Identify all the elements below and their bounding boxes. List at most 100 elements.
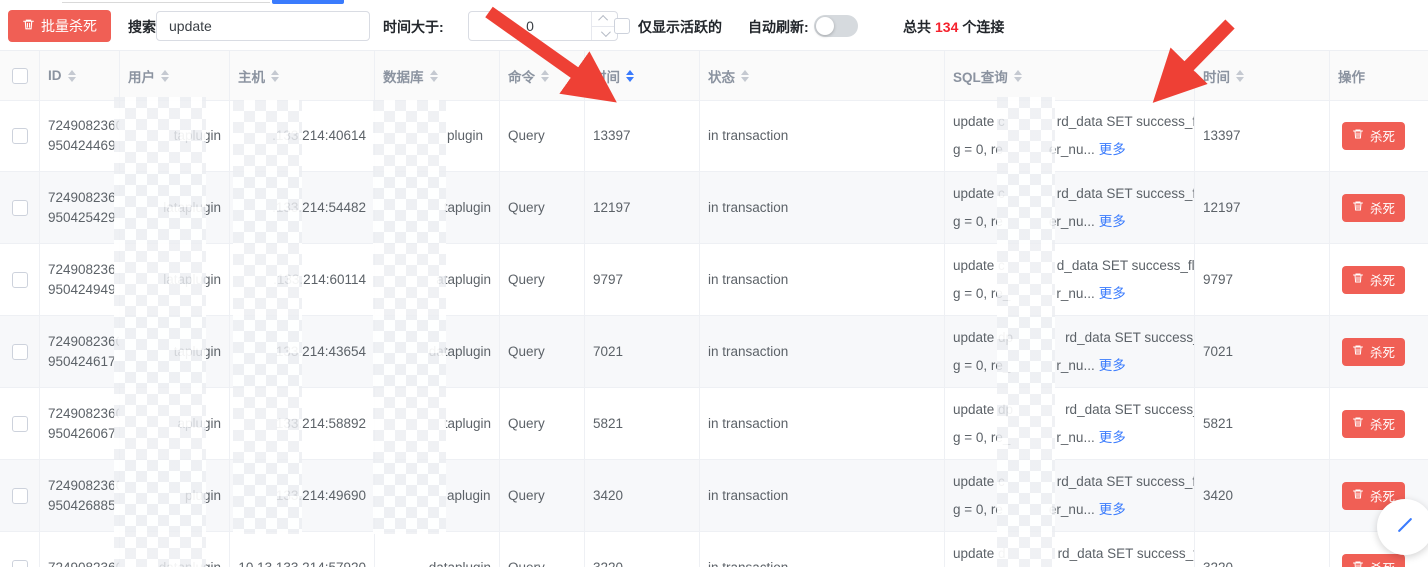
cell-id: 724908236 950425429 xyxy=(40,172,120,244)
kill-button[interactable]: 杀死 xyxy=(1342,337,1406,366)
time-filter-input[interactable]: 0 xyxy=(468,11,618,41)
cell-time2: 3420 xyxy=(1195,460,1330,532)
row-checkbox[interactable] xyxy=(11,271,28,288)
cell-time2: 12197 xyxy=(1195,172,1330,244)
kill-button[interactable]: 杀死 xyxy=(1342,121,1406,150)
active-only-label: 仅显示活跃的 xyxy=(638,19,722,35)
sort-time-active[interactable] xyxy=(626,69,634,82)
batch-kill-label: 批量杀死 xyxy=(41,18,97,34)
cell-id: 7249082360 950424617 xyxy=(40,316,120,388)
kill-button[interactable]: 杀死 xyxy=(1342,553,1406,567)
cell-user: dataplugin xyxy=(120,532,230,567)
toolbar: 批量杀死 搜索: 时间大于: 0 仅显示活跃的 自动刷新: 总共134个连接 xyxy=(0,0,1428,50)
sort-user[interactable] xyxy=(161,69,169,82)
cell-host: .133.214:40614 xyxy=(230,100,375,172)
search-input[interactable] xyxy=(156,11,370,41)
active-only-checkbox[interactable] xyxy=(614,18,630,34)
cell-actions: 杀死 xyxy=(1330,388,1428,460)
sort-state[interactable] xyxy=(741,69,749,82)
cell-state: in transaction xyxy=(700,388,945,460)
header-select-all xyxy=(0,51,40,101)
cell-host: 133.214:43654 xyxy=(230,316,375,388)
kill-button[interactable]: 杀死 xyxy=(1342,265,1406,294)
table-row: 7249082360 950424617 taplugin 133.214:436… xyxy=(0,316,1428,388)
cell-sql: update dprd_data SET success_fla g = 0, … xyxy=(945,316,1195,388)
cell-database: plugin xyxy=(375,100,500,172)
cell-state: in transaction xyxy=(700,100,945,172)
time-filter-label: 时间大于: xyxy=(383,19,444,35)
connections-table: ID 用户 主机 数据库 命令 时间 状态 SQL查询 时间 操作 724908… xyxy=(0,50,1428,567)
total-connections: 总共 134 个连接 xyxy=(903,17,1004,37)
batch-kill-button[interactable]: 批量杀死 xyxy=(8,10,111,42)
header-time: 时间 xyxy=(585,51,700,101)
more-link[interactable]: 更多 xyxy=(1099,142,1126,157)
header-user: 用户 xyxy=(120,51,230,101)
row-checkbox[interactable] xyxy=(11,343,28,360)
cell-id: 7249082360 950426067 xyxy=(40,388,120,460)
floating-edit-button[interactable] xyxy=(1377,499,1428,555)
cell-sql: update c rd_data SET success_fla g = 0, r… xyxy=(945,172,1195,244)
cell-command: Query xyxy=(500,532,585,567)
cell-user: taplugin xyxy=(120,316,230,388)
more-link[interactable]: 更多 xyxy=(1099,286,1126,301)
cell-database: taplugin xyxy=(375,172,500,244)
chevron-down-icon xyxy=(600,26,611,37)
sort-command[interactable] xyxy=(541,69,549,82)
header-command: 命令 xyxy=(500,51,585,101)
sort-sql[interactable] xyxy=(1013,69,1022,82)
kill-button[interactable]: 杀死 xyxy=(1342,409,1406,438)
cell-command: Query xyxy=(500,100,585,172)
header-id: ID xyxy=(40,51,120,101)
cell-sql: update c rd_data SET success_fla g = 0, r… xyxy=(945,100,1195,172)
cell-sql: update c d_data SET success_fla g = 0, re… xyxy=(945,244,1195,316)
trash-icon xyxy=(1352,488,1364,503)
chevron-up-icon xyxy=(598,15,609,26)
trash-icon xyxy=(1352,416,1364,431)
pencil-icon xyxy=(1395,515,1415,540)
cell-command: Query xyxy=(500,316,585,388)
cell-actions: 杀死 xyxy=(1330,316,1428,388)
row-checkbox[interactable] xyxy=(11,415,28,432)
row-checkbox[interactable] xyxy=(11,487,28,504)
cell-actions: 杀死 xyxy=(1330,100,1428,172)
sort-time2[interactable] xyxy=(1236,69,1244,82)
kill-button[interactable]: 杀死 xyxy=(1342,193,1406,222)
cell-state: in transaction xyxy=(700,244,945,316)
sort-id[interactable] xyxy=(67,69,76,82)
cell-user: aplugin xyxy=(120,388,230,460)
cell-database: aplugin xyxy=(375,460,500,532)
row-checkbox[interactable] xyxy=(11,127,28,144)
row-checkbox[interactable] xyxy=(11,199,28,216)
cell-state: in transaction xyxy=(700,316,945,388)
trash-icon xyxy=(22,18,35,34)
more-link[interactable]: 更多 xyxy=(1099,358,1126,373)
select-all-checkbox[interactable] xyxy=(11,67,28,84)
sort-database[interactable] xyxy=(429,69,438,82)
cell-time: 3220 xyxy=(585,532,700,567)
auto-refresh-toggle[interactable] xyxy=(814,15,858,37)
cell-user: lataplugin xyxy=(120,172,230,244)
cell-user: taplugin xyxy=(120,100,230,172)
more-link[interactable]: 更多 xyxy=(1099,214,1126,229)
cell-time: 13397 xyxy=(585,100,700,172)
cell-sql: update drd_data SET success_fla g = 0, r… xyxy=(945,532,1195,567)
cell-time: 9797 xyxy=(585,244,700,316)
cell-command: Query xyxy=(500,460,585,532)
header-sql: SQL查询 xyxy=(945,51,1195,101)
toggle-knob xyxy=(816,17,834,35)
sort-host[interactable] xyxy=(271,69,279,82)
row-checkbox[interactable] xyxy=(11,559,28,567)
trash-icon xyxy=(1352,344,1364,359)
trash-icon xyxy=(1352,200,1364,215)
cell-user: lataplugin xyxy=(120,244,230,316)
cell-time: 12197 xyxy=(585,172,700,244)
cell-host: 133.214:49690 xyxy=(230,460,375,532)
cell-time: 5821 xyxy=(585,388,700,460)
table-row: 724908236 950425429 lataplugin .133.214:5… xyxy=(0,172,1428,244)
more-link[interactable]: 更多 xyxy=(1099,430,1126,445)
table-row: 7249082360 950426885 plugin 133.214:49690… xyxy=(0,460,1428,532)
time-filter-value[interactable]: 0 xyxy=(469,12,591,40)
more-link[interactable]: 更多 xyxy=(1099,502,1126,517)
table-row: 724908236 950424949 lataplugin .133.214:6… xyxy=(0,244,1428,316)
cell-state: in transaction xyxy=(700,172,945,244)
